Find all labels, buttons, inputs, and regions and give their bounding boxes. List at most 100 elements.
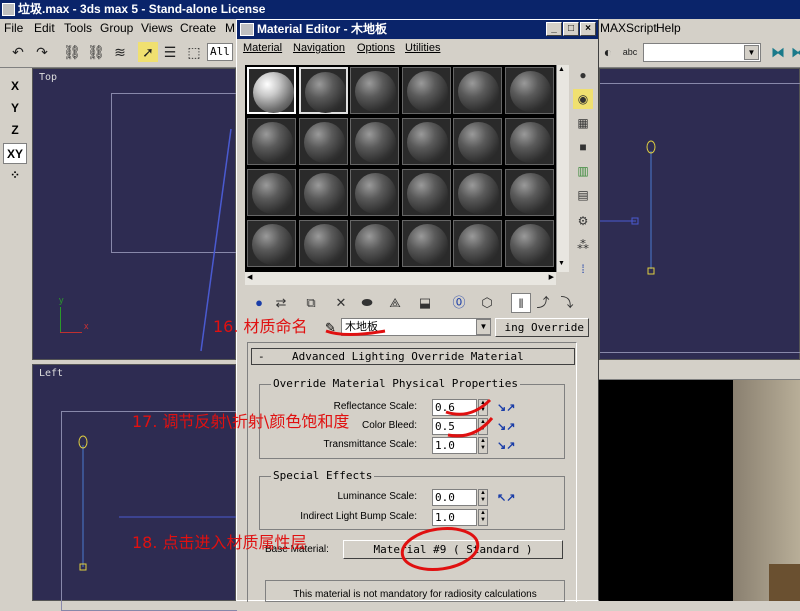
snap-grid-icon[interactable]: ⁘ [3,165,27,186]
make-preview-icon[interactable]: ▤ [573,185,593,205]
reflectance-input[interactable]: 0.6 [432,399,477,416]
material-name-dropdown-icon[interactable]: ▼ [476,319,491,335]
transmittance-link-icon[interactable]: ↘↗ [497,439,515,453]
slots-vertical-scrollbar[interactable]: ▲ ▼ [556,65,569,272]
base-material-button[interactable]: Material #9 ( Standard ) [343,540,563,559]
align-icon[interactable]: ⧓ [788,42,800,62]
material-sample-slot[interactable] [504,169,554,216]
put-to-library-icon[interactable]: ⬓ [415,293,435,313]
material-effects-channel-icon[interactable]: ⓪ [449,293,469,313]
material-sample-slot[interactable] [401,118,451,165]
redo-icon[interactable]: ↷ [32,42,52,62]
material-sample-slot[interactable] [453,118,502,165]
material-sample-slot[interactable] [298,220,348,267]
material-type-button[interactable]: ing Override [495,318,589,337]
mirror-icon[interactable]: ⧓ [768,42,788,62]
eyedropper-icon[interactable]: ✎ [325,320,336,336]
make-unique-icon[interactable]: ⟁ [385,293,405,313]
minimize-button[interactable]: _ [546,22,562,36]
undo-icon[interactable]: ↶ [8,42,28,62]
me-menu-utilities[interactable]: Utilities [405,42,440,54]
material-sample-slot[interactable] [247,118,296,165]
link-icon[interactable]: ⛓ [62,42,82,62]
viewport-top[interactable]: Top y x [32,68,237,360]
menu-views[interactable]: Views [141,21,173,35]
assign-to-selection-icon[interactable]: ⧉ [301,293,321,313]
material-sample-slot[interactable] [350,220,399,267]
reset-map-icon[interactable]: ✕ [331,293,351,313]
reflectance-link-icon[interactable]: ↘↗ [497,401,515,415]
get-material-icon[interactable]: ● [249,293,269,313]
show-map-in-viewport-icon[interactable]: ⬡ [477,293,497,313]
material-sample-slot[interactable] [247,169,296,216]
material-sample-slot[interactable] [504,220,554,267]
selection-filter-dropdown[interactable]: All [207,43,233,61]
axis-x-button[interactable]: X [3,76,27,97]
close-button[interactable]: × [580,22,596,36]
options-icon[interactable]: ⚙ [573,211,593,231]
material-sample-slot[interactable] [401,220,451,267]
bump-scale-spinner[interactable]: ▲ ▼ [478,509,488,526]
go-to-parent-icon[interactable]: ⤴ [533,293,553,313]
go-forward-to-sibling-icon[interactable]: ⤵ [557,293,577,313]
axis-xy-button[interactable]: XY [3,143,27,164]
rollout-header[interactable]: - Advanced Lighting Override Material [251,348,575,365]
material-sample-slot[interactable] [298,118,348,165]
named-selection-sets-dropdown[interactable]: ▼ [643,43,761,62]
menu-group[interactable]: Group [100,21,133,35]
menu-maxscript[interactable]: MAXScript [600,21,657,35]
material-sample-slot[interactable] [504,67,554,114]
select-by-material-icon[interactable]: ⁂ [573,235,593,255]
bind-space-warp-icon[interactable]: ≋ [110,42,130,62]
put-to-scene-icon[interactable]: ⇄ [271,293,291,313]
sample-type-icon[interactable]: ● [573,65,593,85]
me-menu-navigation[interactable]: Navigation [293,42,345,54]
rollout-toggle[interactable]: - [258,349,265,364]
viewport-left[interactable]: Left [32,364,237,611]
scroll-right-icon[interactable]: ▶ [549,273,554,281]
menu-tools[interactable]: Tools [64,21,92,35]
me-menu-material[interactable]: Material [243,42,282,54]
material-name-input[interactable]: 木地板 [341,318,491,336]
sample-uv-tiling-icon[interactable]: ■ [573,137,593,157]
axis-y-button[interactable]: Y [3,98,27,119]
show-end-result-icon[interactable]: ‖ [511,293,531,313]
material-sample-slot[interactable] [247,220,296,267]
material-sample-slot[interactable] [401,169,451,216]
video-color-check-icon[interactable]: ▥ [573,161,593,181]
material-sample-slot[interactable] [453,67,502,114]
color-bleed-input[interactable]: 0.5 [432,418,477,435]
make-copy-icon[interactable]: ⬬ [357,293,377,313]
material-sample-slot[interactable] [504,118,554,165]
menu-file[interactable]: File [4,21,23,35]
color-bleed-link-icon[interactable]: ↘↗ [497,420,515,434]
material-sample-slot[interactable] [350,67,399,114]
backlight-icon[interactable]: ◉ [573,89,593,109]
me-menu-options[interactable]: Options [357,42,395,54]
scroll-left-icon[interactable]: ◀ [247,273,252,281]
background-checker-icon[interactable]: ▦ [573,113,593,133]
material-sample-slot[interactable] [350,118,399,165]
transmittance-spinner[interactable]: ▲ ▼ [478,437,488,454]
luminance-spinner[interactable]: ▲ ▼ [478,489,488,506]
material-sample-slot[interactable] [401,67,451,114]
named-selection-icon[interactable]: ◐ [598,42,618,62]
menu-modifiers[interactable]: M [225,21,235,35]
menu-create[interactable]: Create [180,21,216,35]
color-bleed-spinner[interactable]: ▲ ▼ [478,418,488,435]
select-by-name-icon[interactable]: ☰ [160,42,180,62]
arc-rotate-icon[interactable]: abc [620,42,640,62]
scroll-down-icon[interactable]: ▼ [558,260,565,267]
material-sample-slot[interactable] [453,169,502,216]
material-map-navigator-icon[interactable]: ⁞ [573,259,593,279]
axis-z-button[interactable]: Z [3,120,27,141]
menu-help[interactable]: Help [656,21,681,35]
rectangular-selection-icon[interactable]: ⬚ [184,42,204,62]
material-sample-slot[interactable] [298,169,348,216]
material-sample-slot[interactable] [247,67,296,114]
luminance-link-icon[interactable]: ↖↗ [497,491,515,505]
reflectance-spinner[interactable]: ▲ ▼ [478,399,488,416]
material-sample-slot[interactable] [298,67,348,114]
material-sample-slot[interactable] [453,220,502,267]
viewport-perspective[interactable] [599,364,800,601]
